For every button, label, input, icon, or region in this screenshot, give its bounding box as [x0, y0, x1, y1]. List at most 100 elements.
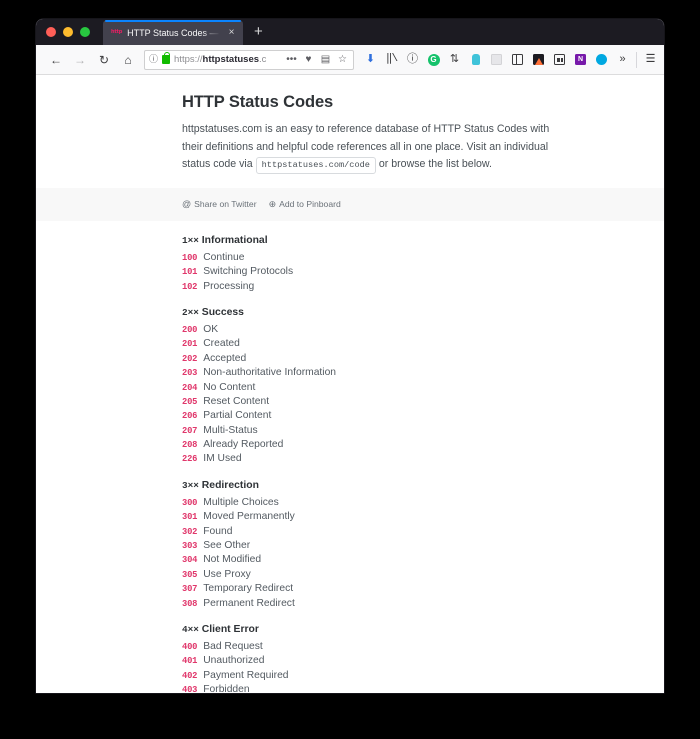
back-icon[interactable]: ←	[44, 48, 68, 72]
forward-icon[interactable]: →	[68, 48, 92, 72]
status-code-row[interactable]: 206 Partial Content	[182, 410, 554, 424]
navigation-toolbar: ← → ↻ ⌂ ⓘ https://httpstatuses.c ••• ♥ ▤…	[36, 45, 664, 75]
status-code-row[interactable]: 308 Permanent Redirect	[182, 598, 554, 612]
status-code-number: 301	[182, 512, 198, 523]
url-text[interactable]: https://httpstatuses.c	[174, 54, 281, 65]
page-intro: httpstatuses.com is an easy to reference…	[182, 121, 554, 175]
home-icon[interactable]: ⌂	[116, 48, 140, 72]
new-tab-button[interactable]: +	[254, 24, 263, 39]
status-code-name: Payment Required	[203, 669, 289, 681]
status-code-row[interactable]: 204 No Content	[182, 382, 554, 396]
grammarly-icon[interactable]: G	[423, 49, 444, 71]
status-code-number: 100	[182, 252, 198, 263]
status-code-row[interactable]: 401 Unauthorized	[182, 655, 554, 669]
status-code-number: 401	[182, 656, 198, 667]
status-group-title: 4×× Client Error	[182, 624, 554, 635]
reload-icon[interactable]: ↻	[92, 48, 116, 72]
sidebar-icon[interactable]	[507, 49, 528, 71]
status-group-prefix: 2××	[182, 306, 199, 318]
traffic-lights	[46, 27, 90, 37]
status-group-prefix: 1××	[182, 234, 199, 246]
status-group-title: 3×× Redirection	[182, 480, 554, 491]
status-code-name: Accepted	[203, 352, 247, 364]
status-code-name: Moved Permanently	[203, 511, 295, 523]
reader-view-icon[interactable]: ▤	[319, 54, 332, 65]
status-code-row[interactable]: 201 Created	[182, 338, 554, 352]
tab-title: HTTP Status Codes — httpstatuses.com	[127, 27, 221, 38]
status-code-row[interactable]: 200 OK	[182, 324, 554, 338]
pocket-icon[interactable]: ♥	[302, 54, 315, 65]
info-circle-icon[interactable]: ⓘ	[402, 49, 423, 71]
status-code-row[interactable]: 101 Switching Protocols	[182, 266, 554, 280]
bookmark-star-icon[interactable]: ☆	[336, 54, 349, 65]
status-code-row[interactable]: 207 Multi-Status	[182, 425, 554, 439]
status-code-row[interactable]: 304 Not Modified	[182, 554, 554, 568]
firefox-extension-icon[interactable]	[528, 49, 549, 71]
reader-disabled-icon	[486, 49, 507, 71]
status-code-row[interactable]: 402 Payment Required	[182, 670, 554, 684]
evernote-icon[interactable]	[591, 49, 612, 71]
status-code-row[interactable]: 203 Non-authoritative Information	[182, 367, 554, 381]
status-code-row[interactable]: 400 Bad Request	[182, 641, 554, 655]
site-info-icon[interactable]: ⓘ	[149, 55, 158, 64]
status-code-number: 308	[182, 598, 198, 609]
app-menu-icon[interactable]: ☰	[640, 49, 661, 71]
plus-circle-icon: ⊕	[268, 198, 277, 209]
status-code-number: 101	[182, 267, 198, 278]
status-code-name: Permanent Redirect	[203, 597, 295, 609]
status-code-name: Unauthorized	[203, 655, 265, 667]
status-code-row[interactable]: 302 Found	[182, 526, 554, 540]
status-code-row[interactable]: 303 See Other	[182, 540, 554, 554]
status-code-row[interactable]: 202 Accepted	[182, 353, 554, 367]
status-code-row[interactable]: 403 Forbidden	[182, 684, 554, 693]
status-code-number: 203	[182, 368, 198, 379]
downloads-icon[interactable]: ⬇	[360, 49, 381, 71]
close-tab-icon[interactable]: ×	[226, 27, 237, 38]
status-code-row[interactable]: 208 Already Reported	[182, 439, 554, 453]
at-icon: @	[182, 198, 192, 209]
tab-strip: http HTTP Status Codes — httpstatuses.co…	[103, 19, 263, 45]
browser-window: http HTTP Status Codes — httpstatuses.co…	[36, 19, 664, 693]
minimize-window-button[interactable]	[63, 27, 73, 37]
status-code-name: Continue	[203, 251, 245, 263]
status-code-row[interactable]: 100 Continue	[182, 252, 554, 266]
status-code-name: Already Reported	[203, 439, 284, 451]
extension-toolbar: ⬇ ‖\ ⓘ G ⇅ N » ☰	[360, 49, 661, 71]
window-titlebar: http HTTP Status Codes — httpstatuses.co…	[36, 19, 664, 45]
status-code-number: 400	[182, 641, 198, 652]
page-actions-icon[interactable]: •••	[285, 54, 298, 65]
browser-tab-active[interactable]: http HTTP Status Codes — httpstatuses.co…	[103, 20, 243, 45]
status-code-row[interactable]: 205 Reset Content	[182, 396, 554, 410]
zoom-window-button[interactable]	[80, 27, 90, 37]
status-code-row[interactable]: 226 IM Used	[182, 453, 554, 467]
status-code-row[interactable]: 300 Multiple Choices	[182, 497, 554, 511]
status-group-label: Success	[201, 306, 244, 318]
status-code-row[interactable]: 301 Moved Permanently	[182, 511, 554, 525]
status-code-number: 403	[182, 685, 198, 693]
lastpass-icon[interactable]	[465, 49, 486, 71]
container-tabs-icon[interactable]	[549, 49, 570, 71]
overflow-icon[interactable]: »	[612, 49, 633, 71]
status-code-name: Multi-Status	[203, 424, 258, 436]
onenote-clipper-icon[interactable]: N	[570, 49, 591, 71]
status-code-number: 204	[182, 382, 198, 393]
status-group: 4×× Client Error 400 Bad Request 401 Unautho…	[182, 624, 554, 693]
status-code-row[interactable]: 305 Use Proxy	[182, 569, 554, 583]
library-icon[interactable]: ‖\	[381, 49, 402, 71]
status-code-name: Switching Protocols	[203, 266, 294, 278]
address-bar[interactable]: ⓘ https://httpstatuses.c ••• ♥ ▤ ☆	[144, 49, 354, 70]
intro-text-part2: or browse the list below.	[378, 158, 492, 171]
status-group-label: Redirection	[201, 479, 259, 491]
inline-code-badge: httpstatuses.com/code	[255, 157, 376, 174]
status-code-number: 207	[182, 425, 198, 436]
status-code-row[interactable]: 307 Temporary Redirect	[182, 583, 554, 597]
add-to-pinboard-link[interactable]: ⊕ Add to Pinboard	[269, 199, 341, 209]
status-code-name: Processing	[203, 280, 255, 292]
sort-icon[interactable]: ⇅	[444, 49, 465, 71]
http-favicon-icon: http	[111, 29, 123, 35]
share-on-twitter-link[interactable]: @ Share on Twitter	[182, 199, 257, 209]
status-code-number: 307	[182, 584, 198, 595]
status-code-number: 205	[182, 396, 198, 407]
status-code-row[interactable]: 102 Processing	[182, 281, 554, 295]
close-window-button[interactable]	[46, 27, 56, 37]
